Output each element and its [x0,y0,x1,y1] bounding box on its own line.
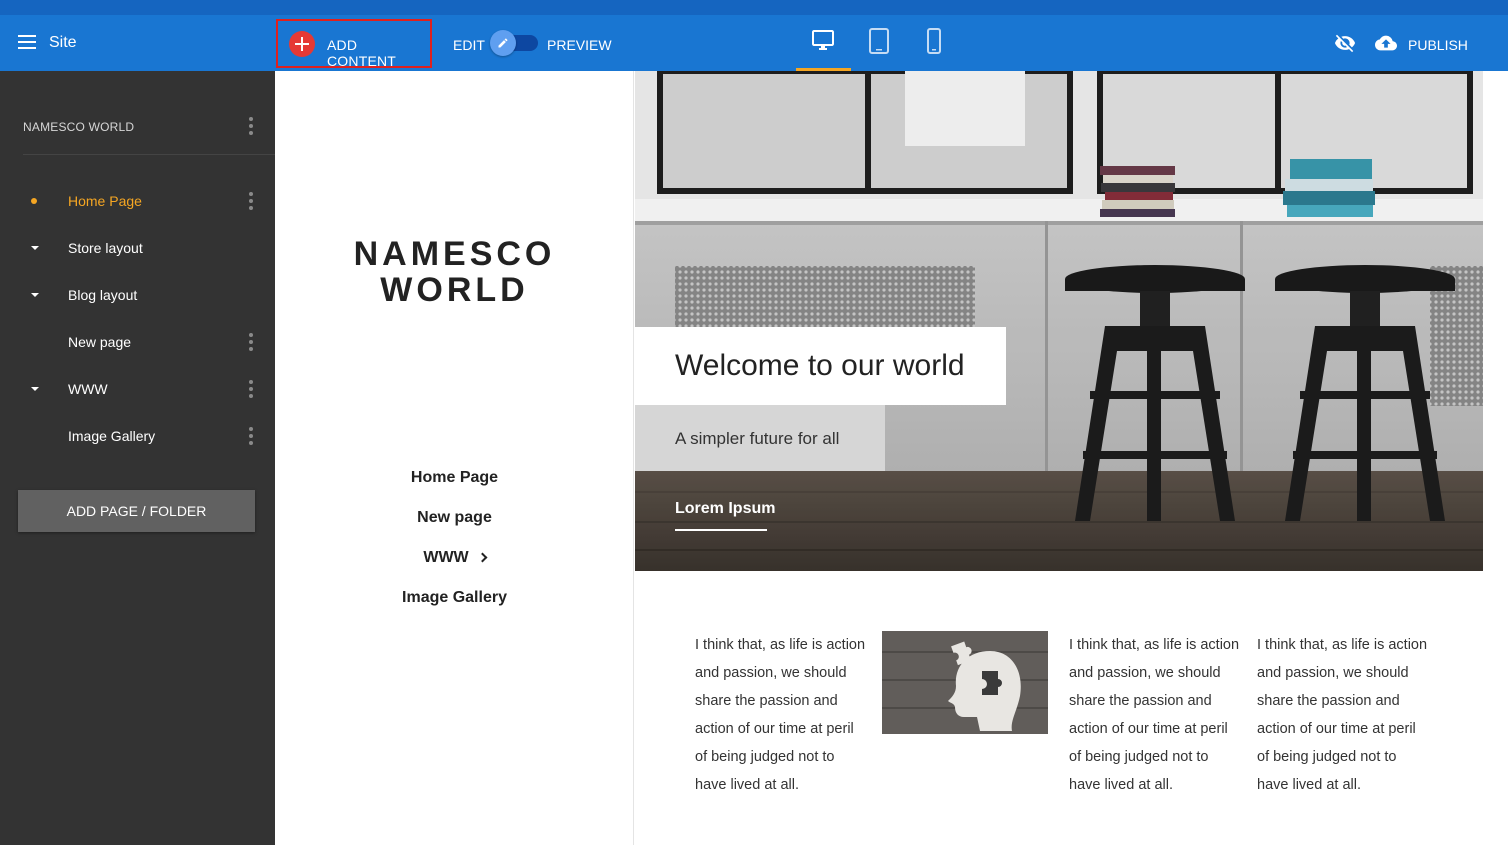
content-text-column-2[interactable]: I think that, as life is action and pass… [1069,631,1241,799]
current-page-dot-icon [31,198,37,204]
hero-link-underline [675,529,767,531]
sidebar-item-label: Image Gallery [68,428,156,444]
sidebar-item-www[interactable]: WWW [0,369,275,409]
nav-image-gallery[interactable]: Image Gallery [275,589,634,607]
hero-title-box[interactable]: Welcome to our world [635,327,1006,405]
sidebar-item-home-page[interactable]: Home Page [0,181,275,221]
add-content-button[interactable]: ADD CONTENT [276,19,432,69]
cloud-upload-icon [1375,35,1397,51]
sidebar-item-image-gallery[interactable]: Image Gallery [0,416,275,456]
site-logo[interactable]: NAMESCO WORLD [275,236,634,308]
desktop-icon[interactable] [811,28,835,57]
hero-title: Welcome to our world [675,349,965,382]
content-text-column-3[interactable]: I think that, as life is action and pass… [1257,631,1429,799]
site-name: NAMESCO WORLD [23,120,135,134]
chevron-right-icon [477,552,488,563]
hero-tagline-box[interactable]: A simpler future for all [635,405,885,471]
caret-down-icon[interactable] [31,246,39,250]
plus-icon [289,31,315,57]
sidebar-divider [23,154,275,155]
nav-www-label: WWW [423,549,469,566]
pencil-icon [498,38,508,48]
add-content-label: ADD CONTENT [327,37,397,69]
publish-label: PUBLISH [1408,37,1468,53]
edit-preview-toggle[interactable] [490,30,538,56]
site-header-column: NAMESCO WORLD Home Page New page WWW Ima… [275,71,634,845]
logo-line-1: NAMESCO [353,235,556,273]
page-options-icon[interactable] [248,426,254,446]
hamburger-menu-icon[interactable] [16,32,38,52]
sidebar-item-label: Home Page [68,193,142,209]
visibility-off-icon[interactable] [1333,32,1357,59]
hero-tagline: A simpler future for all [675,429,840,448]
toolbar-top-rim [0,0,1508,15]
site-options-icon[interactable] [248,116,254,136]
mobile-icon[interactable] [926,28,942,59]
page-options-icon[interactable] [248,332,254,352]
sidebar-item-label: New page [68,334,132,350]
caret-down-icon[interactable] [31,293,39,297]
sidebar-item-store-layout[interactable]: Store layout [0,228,275,268]
sidebar-item-new-page[interactable]: New page [0,322,275,362]
hero-banner[interactable]: Welcome to our world A simpler future fo… [635,71,1483,571]
edit-mode-label[interactable]: EDIT [453,37,485,53]
site-label[interactable]: Site [49,34,77,52]
nav-home-page[interactable]: Home Page [275,469,634,487]
logo-line-2: WORLD [380,271,529,309]
page-options-icon[interactable] [248,191,254,211]
preview-mode-label[interactable]: PREVIEW [547,37,612,53]
content-text-column-1[interactable]: I think that, as life is action and pass… [695,631,867,799]
puzzle-head-image[interactable] [882,631,1048,734]
canvas-right-margin [1483,71,1508,845]
page-options-icon[interactable] [248,379,254,399]
sidebar-item-label: WWW [68,381,108,397]
toggle-knob [490,30,516,56]
top-toolbar: Site ADD CONTENT EDIT PREVIEW PUBLISH [0,0,1508,71]
tablet-icon[interactable] [867,28,891,59]
nav-www[interactable]: WWW [275,549,634,567]
hero-background-image [635,71,1483,571]
caret-down-icon[interactable] [31,387,39,391]
sidebar-item-blog-layout[interactable]: Blog layout [0,275,275,315]
hero-link[interactable]: Lorem Ipsum [675,500,775,518]
sidebar-item-label: Store layout [68,240,143,256]
sidebar-item-label: Blog layout [68,287,138,303]
pages-sidebar: NAMESCO WORLD Home Page Store layout Blo… [0,71,275,845]
nav-new-page[interactable]: New page [275,509,634,527]
add-page-folder-button[interactable]: ADD PAGE / FOLDER [18,490,255,532]
